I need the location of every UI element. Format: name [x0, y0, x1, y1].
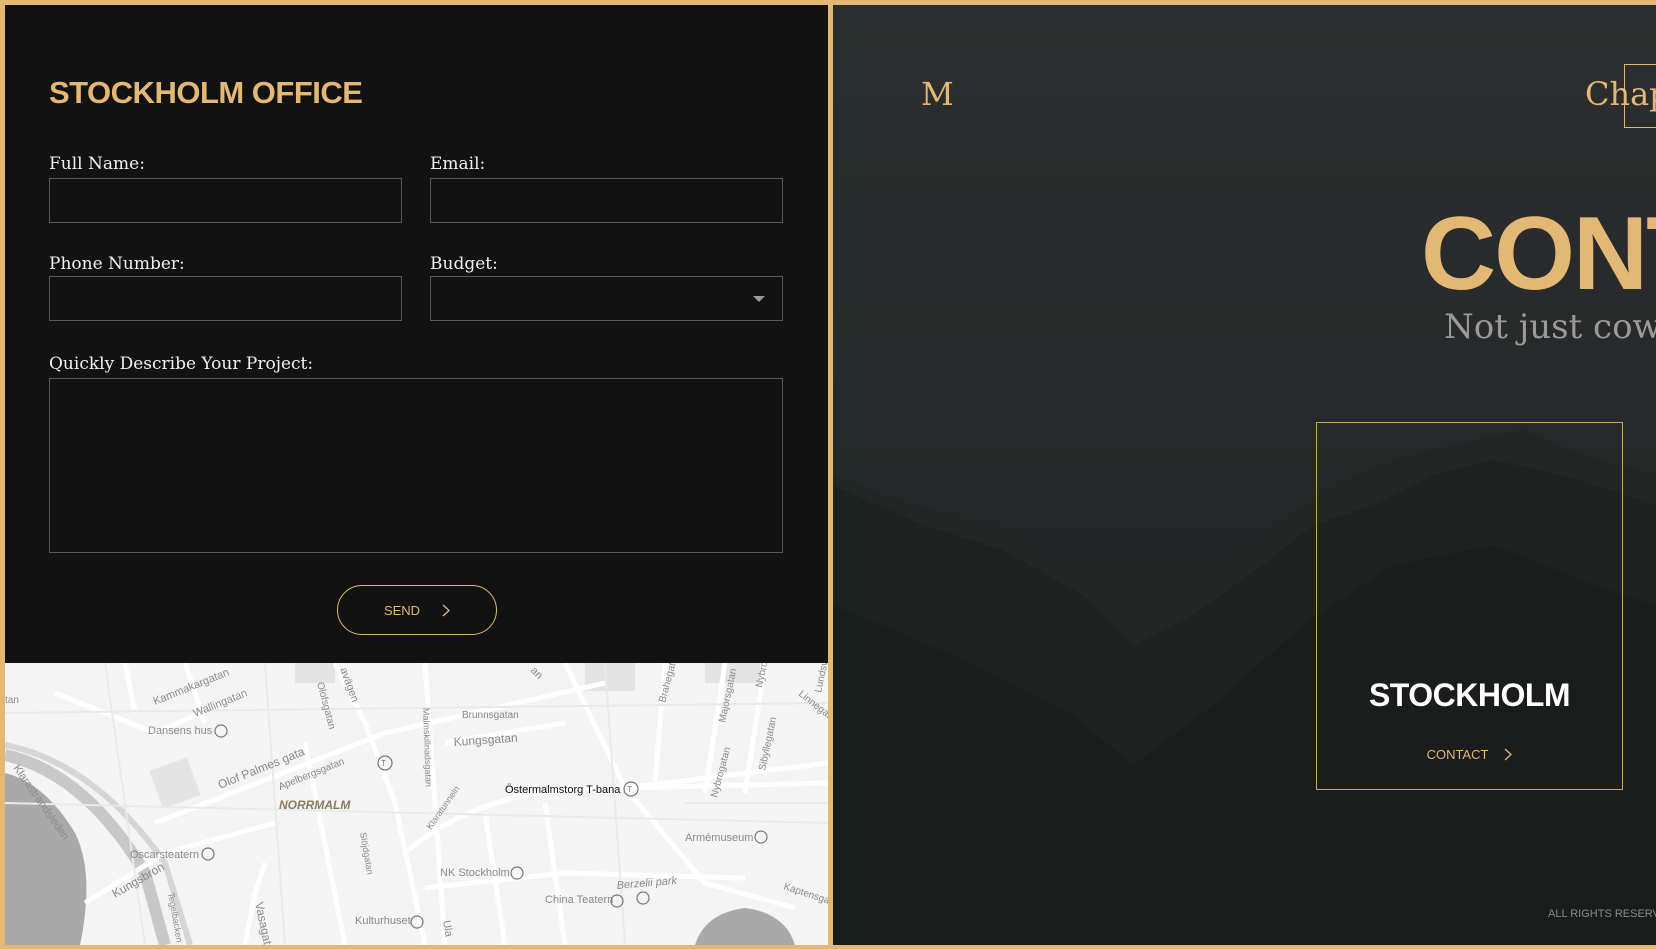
budget-select[interactable] — [430, 276, 783, 321]
map-label: Armémuseum — [685, 832, 753, 844]
footer-copyright: ALL RIGHTS RESERV — [1548, 908, 1656, 920]
contact-link[interactable]: CONTACT — [1317, 747, 1622, 762]
map-label: Kulturhuset — [355, 915, 411, 927]
full-name-label: Full Name: — [49, 154, 145, 174]
svg-text:T: T — [627, 785, 632, 794]
email-label: Email: — [430, 154, 486, 174]
contact-link-label: CONTACT — [1426, 747, 1489, 762]
map-label: NK Stockholm — [440, 867, 510, 879]
phone-number-input[interactable] — [49, 276, 402, 321]
send-button[interactable]: SEND — [337, 585, 497, 635]
phone-number-label: Phone Number: — [49, 254, 185, 274]
map-canvas[interactable]: Kammakargatan Wallingatan Dansens hus Ol… — [5, 663, 828, 945]
project-description-label: Quickly Describe Your Project: — [49, 354, 314, 374]
project-description-textarea[interactable] — [49, 378, 783, 553]
email-input[interactable] — [430, 178, 783, 223]
office-title: STOCKHOLM OFFICE — [49, 75, 363, 110]
site-logo[interactable]: M — [921, 75, 954, 113]
city-card-stockholm[interactable]: STOCKHOLM CONTACT — [1316, 422, 1623, 790]
svg-text:T: T — [381, 759, 386, 768]
hero-subtitle: Not just cowor — [1444, 307, 1656, 347]
map-label: Brunnsgatan — [462, 710, 519, 721]
map-label: NORRMALM — [279, 798, 351, 812]
map-label: tan — [5, 695, 19, 706]
map-label: China Teatern — [545, 894, 613, 906]
send-button-label: SEND — [383, 602, 421, 618]
map-label: Dansens hus — [148, 725, 213, 737]
full-name-input[interactable] — [49, 178, 402, 223]
contact-form-panel: STOCKHOLM OFFICE Full Name: Email: Phone… — [5, 5, 828, 663]
map-label: Oscarsteatern — [130, 849, 199, 861]
map-label-station: Östermalmstorg T-bana — [505, 784, 621, 796]
chevron-right-icon — [1504, 748, 1513, 761]
caret-down-icon — [753, 296, 765, 302]
hero-panel: M Chap CONT Not just cowor STOCKHOLM CON… — [833, 5, 1656, 945]
hero-heading: CONT — [1421, 196, 1656, 312]
office-map[interactable]: Kammakargatan Wallingatan Dansens hus Ol… — [5, 663, 828, 945]
city-name: STOCKHOLM — [1368, 677, 1571, 713]
budget-label: Budget: — [430, 254, 498, 274]
menu-toggle-button[interactable] — [1624, 64, 1656, 128]
chevron-right-icon — [442, 604, 451, 616]
